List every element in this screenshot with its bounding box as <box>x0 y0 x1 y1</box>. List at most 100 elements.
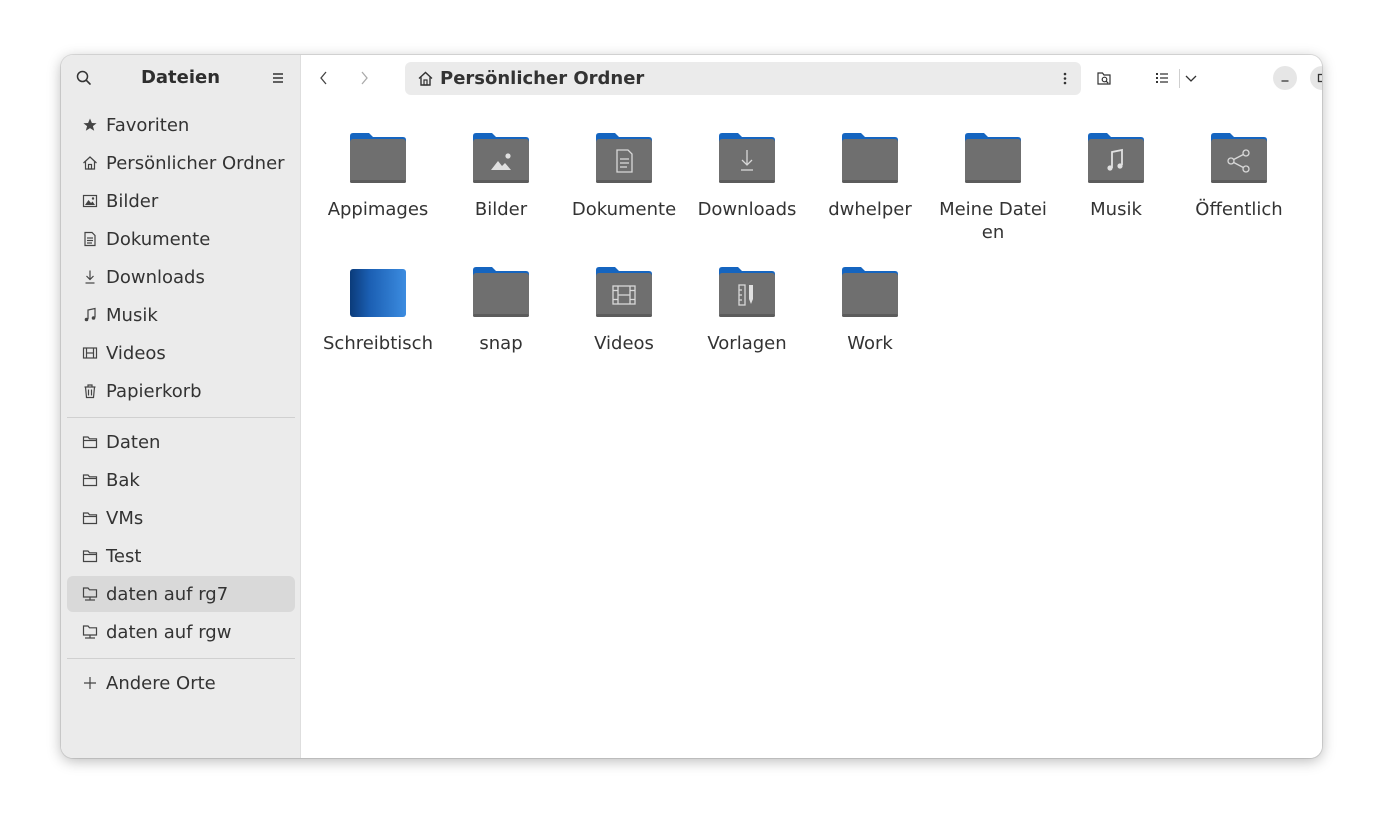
image-folder-icon <box>446 130 556 186</box>
sidebar-item-label: daten auf rgw <box>106 621 232 643</box>
folder-icon <box>938 130 1048 186</box>
folder-item-videos[interactable]: Videos <box>569 264 679 355</box>
folder-name: Vorlagen <box>707 333 787 354</box>
music-icon <box>82 307 98 323</box>
network-folder-icon <box>82 586 98 602</box>
document-icon <box>82 231 98 247</box>
app-title: Dateien <box>140 67 221 88</box>
file-manager-window: Dateien Favoriten Persönlicher Ordner Bild… <box>61 55 1322 758</box>
sidebar-item-bak[interactable]: Bak <box>67 462 295 498</box>
folder-name: dwhelper <box>828 199 912 220</box>
network-folder-icon <box>82 624 98 640</box>
sidebar-item-label: Daten <box>106 431 161 453</box>
search-in-folder-button[interactable] <box>1092 66 1116 90</box>
sidebar-item-musik[interactable]: Musik <box>67 297 295 333</box>
sidebar-item-daten-auf-rg7[interactable]: daten auf rg7 <box>67 576 295 612</box>
folder-name: Downloads <box>697 199 797 220</box>
sidebar-item-dokumente[interactable]: Dokumente <box>67 221 295 257</box>
folder-name: Musik <box>1090 199 1142 220</box>
folder-icon <box>446 264 556 320</box>
home-icon <box>417 70 434 87</box>
folder-item-work[interactable]: Work <box>815 264 925 355</box>
sidebar-item-label: VMs <box>106 507 144 529</box>
folder-icon <box>82 472 98 488</box>
sidebar-item-favoriten[interactable]: Favoriten <box>67 107 295 143</box>
sidebar-item-label: Downloads <box>106 266 205 288</box>
folder-icon <box>323 130 433 186</box>
sidebar-header: Dateien <box>61 55 300 101</box>
sidebar-item-daten[interactable]: Daten <box>67 424 295 460</box>
folder-item-meine-dateien[interactable]: Meine Dateien <box>938 130 1048 244</box>
star-icon <box>82 117 98 133</box>
folder-item-snap[interactable]: snap <box>446 264 556 355</box>
back-button[interactable] <box>312 66 336 90</box>
folder-icon <box>815 264 925 320</box>
folder-icon <box>82 510 98 526</box>
document-folder-icon <box>569 130 679 186</box>
sidebar-item-label: daten auf rg7 <box>106 583 229 605</box>
sidebar-item-videos[interactable]: Videos <box>67 335 295 371</box>
sidebar-item-label: Favoriten <box>106 114 190 136</box>
folder-name: Appimages <box>327 199 429 220</box>
plus-icon <box>82 675 98 691</box>
folder-name: Meine Dateien <box>939 199 1047 243</box>
main-area: Persönlicher Ordner Appimages Bilder Dokum… <box>301 55 1322 758</box>
folder-item-dwhelper[interactable]: dwhelper <box>815 130 925 221</box>
image-icon <box>82 193 98 209</box>
sidebar-item-label: Papierkorb <box>106 380 202 402</box>
sidebar-item-bilder[interactable]: Bilder <box>67 183 295 219</box>
download-icon <box>82 269 98 285</box>
folder-name: Bilder <box>474 199 528 220</box>
download-folder-icon <box>692 130 802 186</box>
folder-item-bilder[interactable]: Bilder <box>446 130 556 221</box>
sidebar-item-test[interactable]: Test <box>67 538 295 574</box>
sidebar-item-label: Musik <box>106 304 158 326</box>
folder-item-offentlich[interactable]: Öffentlich <box>1184 130 1294 221</box>
forward-button[interactable] <box>352 66 376 90</box>
folder-item-appimages[interactable]: Appimages <box>323 130 433 221</box>
current-location: Persönlicher Ordner <box>440 68 645 89</box>
sidebar: Dateien Favoriten Persönlicher Ordner Bild… <box>61 55 301 758</box>
folder-name: snap <box>479 333 523 354</box>
maximize-button[interactable] <box>1310 66 1322 90</box>
home-icon <box>82 155 98 171</box>
folder-item-downloads[interactable]: Downloads <box>692 130 802 221</box>
sidebar-separator <box>67 658 295 659</box>
minimize-button[interactable] <box>1273 66 1297 90</box>
share-folder-icon <box>1184 130 1294 186</box>
sidebar-item-label: Persönlicher Ordner <box>106 152 285 174</box>
folder-icon <box>815 130 925 186</box>
view-options-chevron-down-icon[interactable] <box>1179 66 1203 90</box>
trash-icon <box>82 383 98 399</box>
folder-item-schreibtisch[interactable]: Schreibtisch <box>323 264 433 355</box>
sidebar-item-vms[interactable]: VMs <box>67 500 295 536</box>
folder-item-dokumente[interactable]: Dokumente <box>569 130 679 221</box>
sidebar-separator <box>67 417 295 418</box>
folder-item-musik[interactable]: Musik <box>1061 130 1171 221</box>
template-folder-icon <box>692 264 802 320</box>
folder-name: Dokumente <box>571 199 677 220</box>
sidebar-item-downloads[interactable]: Downloads <box>67 259 295 295</box>
sidebar-item-daten-auf-rgw[interactable]: daten auf rgw <box>67 614 295 650</box>
desktop-folder-icon <box>323 264 433 320</box>
folder-name: Schreibtisch <box>323 333 433 354</box>
music-folder-icon <box>1061 130 1171 186</box>
sidebar-item-label: Bak <box>106 469 140 491</box>
folder-icon <box>82 434 98 450</box>
sidebar-item-label: Videos <box>106 342 166 364</box>
folder-name: Videos <box>594 333 654 354</box>
sidebar-item-papierkorb[interactable]: Papierkorb <box>67 373 295 409</box>
sidebar-item-label: Test <box>106 545 142 567</box>
sidebar-item-andere-orte[interactable]: Andere Orte <box>67 665 295 701</box>
sidebar-item-personlicher-ordner[interactable]: Persönlicher Ordner <box>67 145 295 181</box>
more-options-icon[interactable] <box>1057 70 1073 87</box>
folder-icon <box>82 548 98 564</box>
sidebar-item-label: Andere Orte <box>106 672 216 694</box>
sidebar-item-label: Dokumente <box>106 228 211 250</box>
hamburger-menu-icon[interactable] <box>269 69 287 87</box>
path-bar[interactable]: Persönlicher Ordner <box>405 62 1081 95</box>
list-view-button[interactable] <box>1150 66 1174 90</box>
folder-item-vorlagen[interactable]: Vorlagen <box>692 264 802 355</box>
sidebar-item-label: Bilder <box>106 190 159 212</box>
film-icon <box>82 345 98 361</box>
